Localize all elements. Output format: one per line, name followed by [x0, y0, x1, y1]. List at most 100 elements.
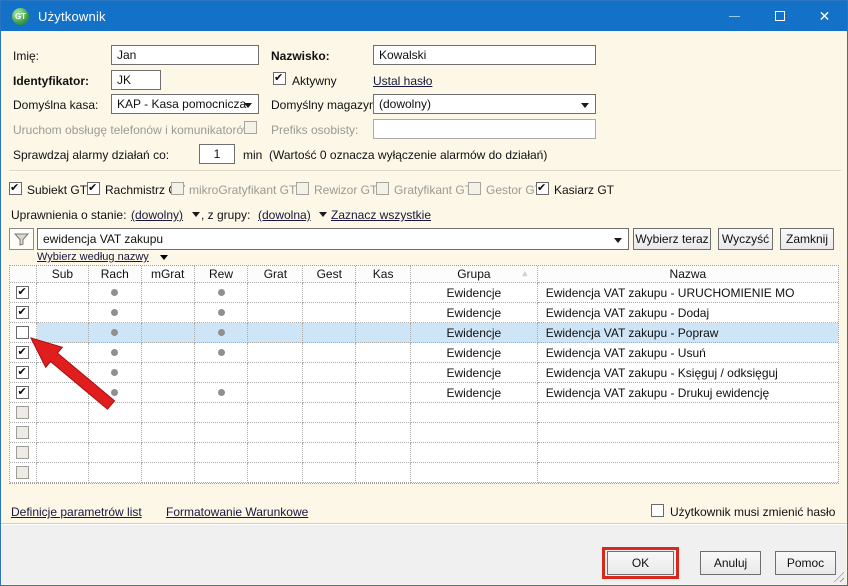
- module-flag-cell-rew: [195, 283, 249, 303]
- module-flag-cell-gest: [303, 423, 356, 443]
- close-filter-button[interactable]: Zamknij: [780, 228, 834, 250]
- module-flag-cell-grat: [248, 283, 303, 303]
- chevron-down-icon[interactable]: [160, 255, 168, 260]
- identifier-input[interactable]: [111, 70, 161, 90]
- group-cell: Ewidencje: [411, 383, 538, 403]
- clear-button[interactable]: Wyczyść: [718, 228, 773, 250]
- module-flag-cell-rach: [89, 383, 142, 403]
- must-change-password-checkbox[interactable]: [651, 504, 664, 517]
- list-parameters-link[interactable]: Definicje parametrów list: [11, 505, 142, 519]
- module-flag-cell-rach: [89, 403, 142, 423]
- group-filter-dropdown[interactable]: (dowolna): [258, 208, 311, 222]
- column-header-sub[interactable]: Sub: [37, 266, 89, 283]
- module-flag-cell-rew: [195, 323, 249, 343]
- identifier-label: Identyfikator:: [13, 74, 89, 89]
- last-name-input[interactable]: [373, 45, 596, 65]
- module-flag-cell-gest: [303, 363, 356, 383]
- permission-row-checkbox[interactable]: [16, 306, 29, 319]
- permission-row-checkbox[interactable]: [16, 366, 29, 379]
- permission-row[interactable]: EwidencjeEwidencja VAT zakupu - Usuń: [10, 343, 838, 363]
- module-flag-cell-grat: [248, 323, 303, 343]
- module-flag-cell-sub: [37, 403, 89, 423]
- select-now-button[interactable]: Wybierz teraz: [633, 228, 711, 250]
- module-flag-cell-rew: [195, 423, 249, 443]
- state-filter-dropdown[interactable]: (dowolny): [131, 208, 183, 222]
- column-header-rew[interactable]: Rew: [195, 266, 249, 283]
- column-header-label: Nazwa: [670, 267, 707, 281]
- first-name-input[interactable]: [111, 45, 259, 65]
- set-password-link[interactable]: Ustal hasło: [373, 74, 432, 88]
- default-warehouse-label: Domyślny magazyn:: [271, 98, 379, 113]
- permission-row[interactable]: EwidencjeEwidencja VAT zakupu - Popraw: [10, 323, 838, 343]
- maximize-button[interactable]: [757, 1, 802, 31]
- select-by-name-link[interactable]: Wybierz według nazwy: [37, 251, 149, 263]
- column-header-mgrat[interactable]: mGrat: [142, 266, 195, 283]
- row-select-cell: [10, 283, 37, 303]
- alarms-interval-input[interactable]: [199, 144, 235, 164]
- default-cash-combo[interactable]: KAP - Kasa pomocnicza: [111, 94, 259, 114]
- permission-row-checkbox[interactable]: [16, 386, 29, 399]
- module-flag-cell-kas: [356, 423, 411, 443]
- module-label-kasiarz: Kasiarz GT: [554, 183, 614, 198]
- empty-row[interactable]: [10, 463, 838, 483]
- active-checkbox[interactable]: [273, 72, 286, 85]
- module-flag-cell-mgrat: [142, 303, 195, 323]
- last-name-label: Nazwisko:: [271, 49, 330, 64]
- permission-dot-icon: [111, 289, 118, 296]
- chevron-down-icon[interactable]: [614, 238, 622, 243]
- column-header-label: Sub: [52, 267, 73, 281]
- module-flag-cell-gest: [303, 303, 356, 323]
- permission-search-combo[interactable]: ewidencja VAT zakupu: [37, 228, 629, 250]
- column-header-kas[interactable]: Kas: [356, 266, 411, 283]
- minimize-icon: [729, 16, 740, 17]
- permission-row[interactable]: EwidencjeEwidencja VAT zakupu - URUCHOMI…: [10, 283, 838, 303]
- empty-row[interactable]: [10, 403, 838, 423]
- module-checkbox-subiekt[interactable]: [9, 182, 22, 195]
- column-header-nazwa[interactable]: Nazwa: [538, 266, 838, 283]
- empty-row[interactable]: [10, 423, 838, 443]
- permission-row[interactable]: EwidencjeEwidencja VAT zakupu - Drukuj e…: [10, 383, 838, 403]
- empty-row[interactable]: [10, 443, 838, 463]
- chevron-down-icon[interactable]: [319, 212, 327, 217]
- user-dialog: GT Użytkownik ✕ Imię: Nazwisko: Identyfi…: [0, 0, 848, 586]
- conditional-formatting-link[interactable]: Formatowanie Warunkowe: [166, 505, 308, 519]
- column-header-grupa[interactable]: Grupa▲: [411, 266, 538, 283]
- column-header-sel[interactable]: [10, 266, 37, 283]
- module-label-mikrogratyfikant: mikroGratyfikant GT: [189, 183, 296, 198]
- titlebar[interactable]: GT Użytkownik ✕: [1, 1, 847, 31]
- column-header-label: Grat: [264, 267, 287, 281]
- close-button[interactable]: ✕: [802, 1, 847, 31]
- permission-dot-icon: [111, 389, 118, 396]
- funnel-icon: [14, 233, 29, 246]
- module-flag-cell-rew: [195, 303, 249, 323]
- permission-row[interactable]: EwidencjeEwidencja VAT zakupu - Dodaj: [10, 303, 838, 323]
- column-header-rach[interactable]: Rach: [89, 266, 142, 283]
- permission-row-checkbox[interactable]: [16, 326, 29, 339]
- select-all-link[interactable]: Zaznacz wszystkie: [331, 208, 431, 222]
- group-cell: Ewidencje: [411, 343, 538, 363]
- column-header-gest[interactable]: Gest: [303, 266, 356, 283]
- column-header-label: Rach: [101, 267, 129, 281]
- column-header-label: mGrat: [151, 267, 184, 281]
- column-header-grat[interactable]: Grat: [248, 266, 303, 283]
- permission-dot-icon: [111, 329, 118, 336]
- filter-icon-box: [9, 228, 34, 250]
- minimize-button[interactable]: [712, 1, 757, 31]
- module-flag-cell-rach: [89, 323, 142, 343]
- module-flag-cell-kas: [356, 303, 411, 323]
- chevron-down-icon[interactable]: [192, 212, 200, 217]
- permission-row-checkbox[interactable]: [16, 286, 29, 299]
- permission-row[interactable]: EwidencjeEwidencja VAT zakupu - Księguj …: [10, 363, 838, 383]
- module-flag-cell-mgrat: [142, 403, 195, 423]
- default-warehouse-combo[interactable]: (dowolny): [373, 94, 596, 114]
- cancel-button[interactable]: Anuluj: [700, 551, 761, 575]
- module-checkbox-rachmistrz[interactable]: [87, 182, 100, 195]
- alarms-note: (Wartość 0 oznacza wyłączenie alarmów do…: [269, 148, 547, 163]
- module-checkbox-kasiarz[interactable]: [536, 182, 549, 195]
- module-flag-cell-sub: [37, 283, 89, 303]
- phones-checkbox: [244, 121, 257, 134]
- permission-dot-icon: [111, 369, 118, 376]
- permission-row-checkbox[interactable]: [16, 346, 29, 359]
- first-name-label: Imię:: [13, 49, 39, 64]
- help-button[interactable]: Pomoc: [775, 551, 836, 575]
